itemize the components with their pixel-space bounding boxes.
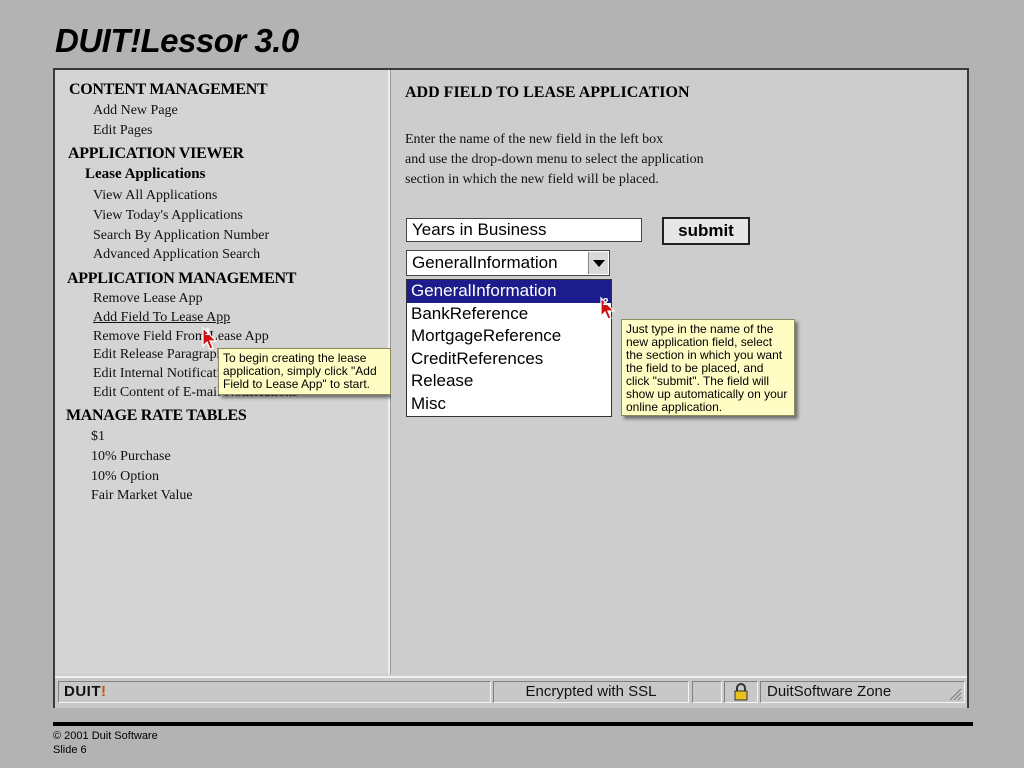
nav-item-edit-pages[interactable]: Edit Pages (93, 123, 153, 139)
instructions-line: and use the drop-down menu to select the… (405, 152, 704, 167)
dropdown-option-bank-reference[interactable]: BankReference (407, 303, 611, 326)
step1-number-badge: 1 (205, 327, 211, 338)
status-bar: DUIT! Encrypted with SSL DuitSoftware Zo… (55, 676, 967, 708)
status-encryption: Encrypted with SSL (493, 681, 689, 703)
instructions-line: Enter the name of the new field in the l… (405, 132, 664, 147)
step1-callout: To begin creating the lease application,… (218, 348, 391, 395)
lock-icon (734, 683, 748, 701)
footer-copyright: © 2001 Duit Software (53, 730, 158, 742)
section-dropdown-list[interactable]: GeneralInformation BankReference Mortgag… (406, 279, 612, 417)
slide-footer: © 2001 Duit Software Slide 6 (53, 729, 158, 757)
nav-item-remove-field-from-lease-app[interactable]: Remove Field From Lease App (93, 329, 269, 345)
nav-item-add-field-to-lease-app[interactable]: Add Field To Lease App (93, 310, 230, 326)
step1-callout-text: To begin creating the lease application,… (223, 351, 377, 391)
nav-heading-application-viewer: APPLICATION VIEWER (68, 145, 244, 162)
nav-item-add-new-page[interactable]: Add New Page (93, 103, 178, 119)
status-blank-cell (692, 681, 722, 703)
nav-item-rate-1-dollar[interactable]: $1 (91, 429, 105, 445)
nav-item-view-todays-applications[interactable]: View Today's Applications (93, 208, 243, 224)
status-zone: DuitSoftware Zone (760, 681, 965, 703)
nav-heading-manage-rate-tables: MANAGE RATE TABLES (66, 407, 247, 424)
nav-item-rate-10-purchase[interactable]: 10% Purchase (91, 449, 171, 465)
nav-subheading-lease-applications: Lease Applications (85, 166, 206, 182)
duit-logo: DUIT! (64, 683, 107, 700)
chevron-down-icon[interactable] (588, 252, 608, 274)
browser-window: CONTENT MANAGEMENT Add New Page Edit Pag… (53, 68, 969, 708)
new-field-name-input[interactable]: Years in Business (406, 218, 642, 242)
pointer-cursor-icon (202, 326, 218, 350)
nav-item-remove-lease-app[interactable]: Remove Lease App (93, 291, 203, 307)
nav-heading-application-management: APPLICATION MANAGEMENT (67, 270, 297, 287)
resize-grip-icon[interactable] (948, 687, 962, 701)
navigation-frame: CONTENT MANAGEMENT Add New Page Edit Pag… (55, 70, 391, 674)
nav-heading-content-management: CONTENT MANAGEMENT (69, 81, 268, 98)
dropdown-option-mortgage-reference[interactable]: MortgageReference (407, 325, 611, 348)
step2-callout-text: Just type in the name of the new applica… (626, 322, 788, 414)
status-logo-cell: DUIT! (58, 681, 491, 703)
pointer-cursor-icon (600, 296, 616, 320)
status-zone-text: DuitSoftware Zone (767, 683, 892, 700)
section-select[interactable]: GeneralInformation (406, 250, 610, 276)
dropdown-option-credit-references[interactable]: CreditReferences (407, 348, 611, 371)
step2-callout: Just type in the name of the new applica… (621, 319, 795, 416)
dropdown-option-general-information[interactable]: GeneralInformation (407, 280, 611, 303)
page-title: ADD FIELD TO LEASE APPLICATION (405, 84, 690, 101)
step2-number-badge: 2 (603, 297, 609, 308)
duit-logo-mark: ! (101, 683, 107, 700)
instructions-text: Enter the name of the new field in the l… (405, 130, 785, 190)
content-frame: ADD FIELD TO LEASE APPLICATION Enter the… (391, 70, 967, 674)
section-select-value: GeneralInformation (412, 253, 558, 272)
duit-logo-text: DUIT (64, 683, 101, 700)
nav-item-view-all-applications[interactable]: View All Applications (93, 188, 217, 204)
nav-item-search-by-application-number[interactable]: Search By Application Number (93, 228, 269, 244)
dropdown-option-misc[interactable]: Misc (407, 393, 611, 416)
nav-item-advanced-application-search[interactable]: Advanced Application Search (93, 247, 260, 263)
footer-slide-number: Slide 6 (53, 744, 87, 756)
submit-button[interactable]: submit (662, 217, 750, 245)
nav-item-rate-10-option[interactable]: 10% Option (91, 469, 159, 485)
slide-title: DUIT!Lessor 3.0 (55, 22, 299, 59)
dropdown-option-release[interactable]: Release (407, 370, 611, 393)
nav-item-rate-fair-market-value[interactable]: Fair Market Value (91, 488, 193, 504)
footer-divider (53, 722, 973, 726)
instructions-line: section in which the new field will be p… (405, 172, 659, 187)
status-lock-cell (724, 681, 758, 703)
